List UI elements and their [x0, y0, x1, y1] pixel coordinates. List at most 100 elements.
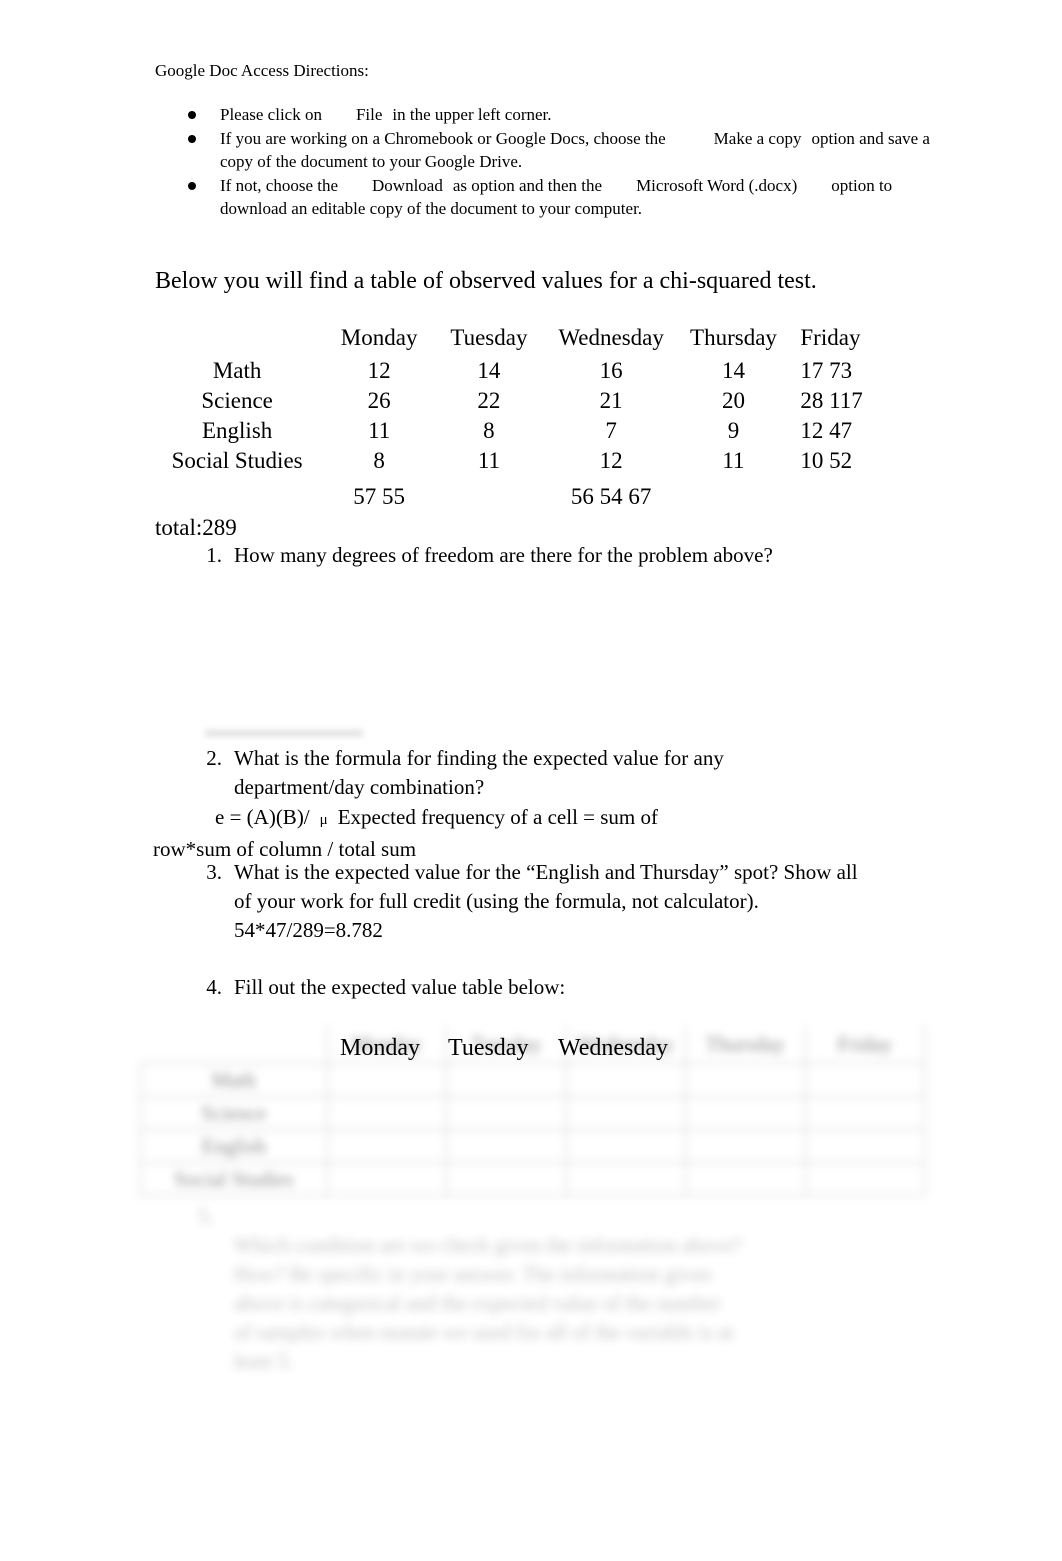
cell-wednesday[interactable] — [565, 1162, 686, 1196]
cell-tuesday: 11 — [477, 448, 500, 473]
direction-emphasis-2: Microsoft Word (.docx) — [636, 176, 798, 195]
directions-list: Please click on File in the upper left cor… — [155, 103, 945, 221]
totals-middle: 56 54 67 — [570, 484, 652, 509]
document-heading: Google Doc Access Directions: — [155, 61, 369, 80]
question-4-number: 4. — [206, 975, 222, 999]
cell-thursday[interactable] — [685, 1162, 806, 1196]
row-label: Science — [201, 388, 273, 413]
question-1-number: 1. — [206, 543, 222, 567]
row-label: English — [140, 1129, 328, 1163]
cell-monday[interactable] — [326, 1129, 447, 1163]
header-tuesday: Tuesday — [450, 325, 528, 350]
document-page: Google Doc Access Directions: Please cli… — [0, 0, 1062, 1561]
observed-table-header: Monday Tuesday Wednesday Thursday Friday — [150, 320, 920, 356]
bullet-icon — [188, 135, 196, 143]
table-row: English 11 8 7 9 12 47 — [150, 416, 920, 446]
direction-text-part2: in the upper left corner. — [392, 105, 552, 124]
direction-text-part1: If not, choose the — [220, 176, 339, 195]
question-1: 1. How many degrees of freedom are there… — [188, 541, 788, 570]
question-2: 2. What is the formula for finding the e… — [188, 744, 808, 802]
header-thursday: Thursday — [690, 325, 777, 350]
cell-tuesday[interactable] — [446, 1096, 567, 1130]
header-wednesday: Wednesday — [558, 325, 664, 350]
cell-monday[interactable] — [326, 1162, 447, 1196]
intro-sentence: Below you will find a table of observed … — [155, 268, 817, 294]
cell-tuesday: 22 — [477, 388, 501, 413]
cell-monday: 11 — [368, 418, 391, 443]
observed-values-table: Monday Tuesday Wednesday Thursday Friday… — [150, 320, 920, 518]
table-row: Math 12 14 16 14 17 73 — [150, 356, 920, 386]
question-3-number: 3. — [206, 860, 222, 884]
totals-spacer-3 — [788, 476, 920, 518]
question-5-line-3: above is categorical and the expected va… — [234, 1291, 721, 1315]
direction-text-part1: If you are working on a Chromebook or Go… — [220, 129, 666, 148]
cell-monday: 8 — [373, 448, 385, 473]
direction-text-part1: Please click on — [220, 105, 322, 124]
mu-symbol: μ — [319, 812, 328, 828]
formula-description: Expected frequency of a cell = sum of — [337, 805, 658, 829]
cell-thursday: 11 — [722, 448, 745, 473]
cell-wednesday: 12 — [599, 448, 623, 473]
cell-friday-total: 12 47 — [800, 418, 853, 443]
totals-left: 57 55 — [353, 484, 406, 509]
table-totals-row: 57 55 56 54 67 — [150, 476, 920, 518]
header-monday-sharp: Monday — [340, 1035, 420, 1061]
cell-tuesday: 8 — [483, 418, 495, 443]
cell-wednesday[interactable] — [565, 1096, 686, 1130]
cell-monday: 12 — [367, 358, 391, 383]
row-label: Math — [212, 358, 262, 383]
cell-wednesday: 21 — [599, 388, 623, 413]
cell-thursday: 14 — [721, 358, 745, 383]
question-5-line-5: least 5. — [234, 1349, 294, 1373]
header-blank-corner — [150, 320, 324, 356]
table-row: Science 26 22 21 20 28 117 — [150, 386, 920, 416]
grand-total-label: total:289 — [155, 515, 237, 540]
table-header-row: Monday Tuesday Wednesday Thursday Friday — [150, 320, 920, 356]
cell-tuesday[interactable] — [446, 1129, 567, 1163]
question-4-text: Fill out the expected value table below: — [234, 975, 566, 999]
row-label: Social Studies — [140, 1162, 328, 1196]
cell-wednesday[interactable] — [565, 1129, 686, 1163]
table-row: English — [140, 1129, 925, 1163]
question-3-answer: 54*47/289=8.782 — [234, 918, 383, 942]
list-item: If not, choose the Download as option and … — [155, 174, 945, 220]
list-item: Please click on File in the upper left cor… — [155, 103, 945, 126]
cell-friday[interactable] — [804, 1129, 925, 1163]
cell-friday[interactable] — [804, 1096, 925, 1130]
cell-friday[interactable] — [804, 1162, 925, 1196]
row-label: English — [201, 418, 273, 443]
question-5-line-4: of samples when mutate we used for all o… — [234, 1320, 734, 1344]
question-2-text: What is the formula for finding the expe… — [234, 746, 724, 799]
cell-monday: 26 — [367, 388, 391, 413]
direction-emphasis: Make a copy — [713, 129, 802, 148]
question-5-number: 5. — [198, 1204, 214, 1228]
header-wednesday-sharp: Wednesday — [558, 1035, 669, 1061]
direction-emphasis: File — [355, 105, 383, 124]
cell-monday[interactable] — [326, 1096, 447, 1130]
cell-wednesday: 16 — [599, 358, 623, 383]
header-friday: Friday — [800, 325, 861, 350]
question-5-line-2: How? Be specific in your answer. The inf… — [234, 1262, 712, 1286]
question-2-number: 2. — [206, 746, 222, 770]
question-3-text: What is the expected value for the “Engl… — [234, 858, 868, 945]
cell-tuesday: 14 — [477, 358, 501, 383]
cell-tuesday[interactable] — [446, 1162, 567, 1196]
question-5-region: 5. Which condition are we check given th… — [188, 1202, 888, 1376]
table-row: Social Studies — [140, 1162, 925, 1196]
cell-friday-total: 28 117 — [800, 388, 863, 413]
cell-thursday: 9 — [727, 418, 740, 443]
cell-thursday[interactable] — [685, 1129, 806, 1163]
table-row: Social Studies 8 11 12 11 10 52 — [150, 446, 920, 476]
bullet-icon — [188, 111, 196, 119]
question-2-answer: e = (A)(B)/ μ Expected frequency of a cell… — [153, 803, 975, 864]
cell-thursday: 20 — [721, 388, 745, 413]
question-5-line-1: Which condition are we check given the i… — [234, 1233, 742, 1257]
list-item: If you are working on a Chromebook or Go… — [155, 127, 945, 173]
totals-spacer-1 — [434, 476, 544, 518]
redaction-smudge — [205, 728, 363, 739]
question-1-text: How many degrees of freedom are there fo… — [234, 543, 773, 567]
question-5-text: Which condition are we check given the i… — [234, 1231, 888, 1376]
direction-text-part2: as option and then the — [452, 176, 603, 195]
cell-thursday[interactable] — [685, 1096, 806, 1130]
header-tuesday-sharp: Tuesday — [448, 1035, 529, 1061]
